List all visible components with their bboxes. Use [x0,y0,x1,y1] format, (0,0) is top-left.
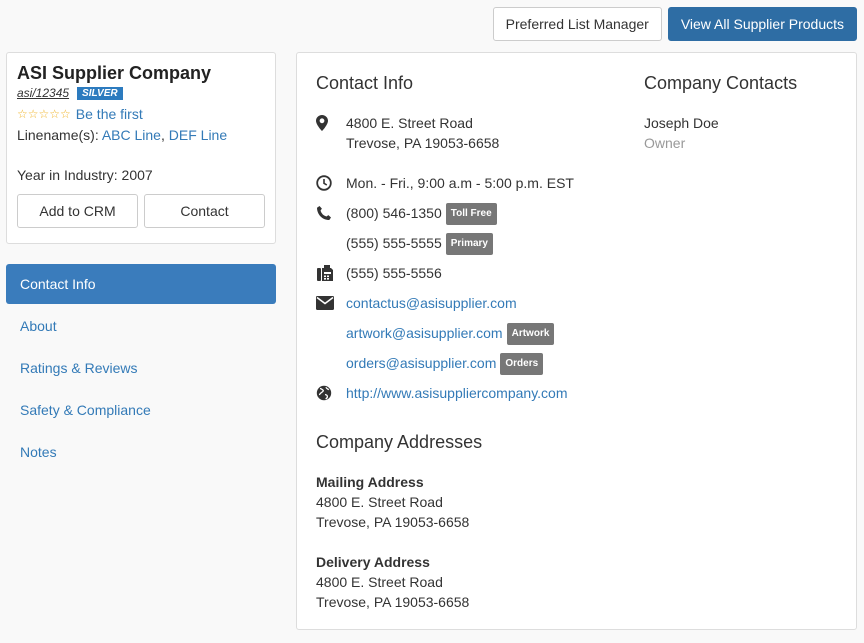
email-row-contactus: contactus@asisupplier.com [316,293,517,313]
side-nav: Contact Info About Ratings & Reviews Saf… [6,264,276,474]
primary-tag: Primary [445,233,493,255]
phone-number-primary: (555) 555-5555 [346,235,442,251]
nav-item-about[interactable]: About [6,306,276,346]
email-artwork-link[interactable]: artwork@asisupplier.com [346,325,503,341]
linenames-row: Linename(s): ABC Line, DEF Line [17,127,265,145]
company-addresses-title: Company Addresses [316,432,483,452]
delivery-address-line1: 4800 E. Street Road [316,574,443,590]
artwork-tag: Artwork [506,323,555,345]
mailing-address-line2: Trevose, PA 19053-6658 [316,514,470,530]
main-panel: Contact Info Company Contacts 4800 E. St… [296,52,857,630]
hours-text: Mon. - Fri., 9:00 a.m - 5:00 p.m. EST [346,175,574,191]
nav-item-safety-compliance[interactable]: Safety & Compliance [6,390,276,430]
globe-icon [316,383,338,403]
company-contact: Joseph Doe Owner [644,113,719,153]
asi-row: asi/12345 SILVER [17,85,265,101]
fax-row: (555) 555-5556 [316,263,442,283]
contact-info-title: Contact Info [316,73,414,93]
delivery-address-line2: Trevose, PA 19053-6658 [316,594,470,610]
email-row-orders: orders@asisupplier.com Orders [316,353,544,377]
nav-item-notes[interactable]: Notes [6,432,276,472]
contact-button[interactable]: Contact [144,194,265,228]
phone-icon [316,203,338,223]
preferred-list-manager-button[interactable]: Preferred List Manager [492,7,662,41]
email-contactus-link[interactable]: contactus@asisupplier.com [346,295,517,311]
email-orders-link[interactable]: orders@asisupplier.com [346,355,496,371]
email-row-artwork: artwork@asisupplier.com Artwork [316,323,555,347]
contact-person-role: Owner [644,135,686,151]
company-card: ASI Supplier Company asi/12345 SILVER ☆☆… [6,52,276,244]
orders-tag: Orders [500,353,544,375]
linename-label: Linename(s): [17,127,99,143]
nav-item-ratings-reviews[interactable]: Ratings & Reviews [6,348,276,388]
linename-separator: , [160,127,165,143]
hours-row: Mon. - Fri., 9:00 a.m - 5:00 p.m. EST [316,173,574,193]
mailing-address-line1: 4800 E. Street Road [316,494,443,510]
rating-row: ☆☆☆☆☆ Be the first [17,105,265,123]
be-the-first-link[interactable]: Be the first [76,106,143,122]
contact-address-line1: 4800 E. Street Road [346,115,473,131]
year-in-industry: Year in Industry: 2007 [17,167,153,183]
clock-icon [316,173,338,193]
mailing-address: Mailing Address 4800 E. Street Road Trev… [316,472,469,532]
delivery-address-label: Delivery Address [316,554,430,570]
contact-address-row: 4800 E. Street Road Trevose, PA 19053-66… [316,113,499,153]
top-toolbar: Preferred List Manager View All Supplier… [492,7,857,41]
fax-icon [316,263,338,283]
linename-def-link[interactable]: DEF Line [169,127,227,143]
map-marker-icon [316,113,338,133]
star-rating-icon: ☆☆☆☆☆ [17,107,71,121]
phone-number-toll-free: (800) 546-1350 [346,205,442,221]
phone-row-primary: (555) 555-5555 Primary [316,233,493,257]
card-buttons: Add to CRM Contact [17,194,265,228]
tier-badge: SILVER [77,86,123,100]
contact-address-line2: Trevose, PA 19053-6658 [346,135,500,151]
toll-free-tag: Toll Free [445,203,497,225]
linename-abc-link[interactable]: ABC Line [102,127,161,143]
website-link[interactable]: http://www.asisuppliercompany.com [346,385,568,401]
website-row: http://www.asisuppliercompany.com [316,383,568,403]
delivery-address: Delivery Address 4800 E. Street Road Tre… [316,552,469,612]
view-all-supplier-products-button[interactable]: View All Supplier Products [667,7,857,41]
company-contacts-title: Company Contacts [644,73,798,93]
phone-row-toll-free: (800) 546-1350 Toll Free [316,203,497,227]
add-to-crm-button[interactable]: Add to CRM [17,194,138,228]
company-name: ASI Supplier Company [17,63,212,83]
contact-person-name: Joseph Doe [644,115,719,131]
nav-item-contact-info[interactable]: Contact Info [6,264,276,304]
mailing-address-label: Mailing Address [316,474,424,490]
asi-number: asi/12345 [17,86,70,100]
fax-number: (555) 555-5556 [346,265,442,281]
envelope-icon [316,293,338,313]
